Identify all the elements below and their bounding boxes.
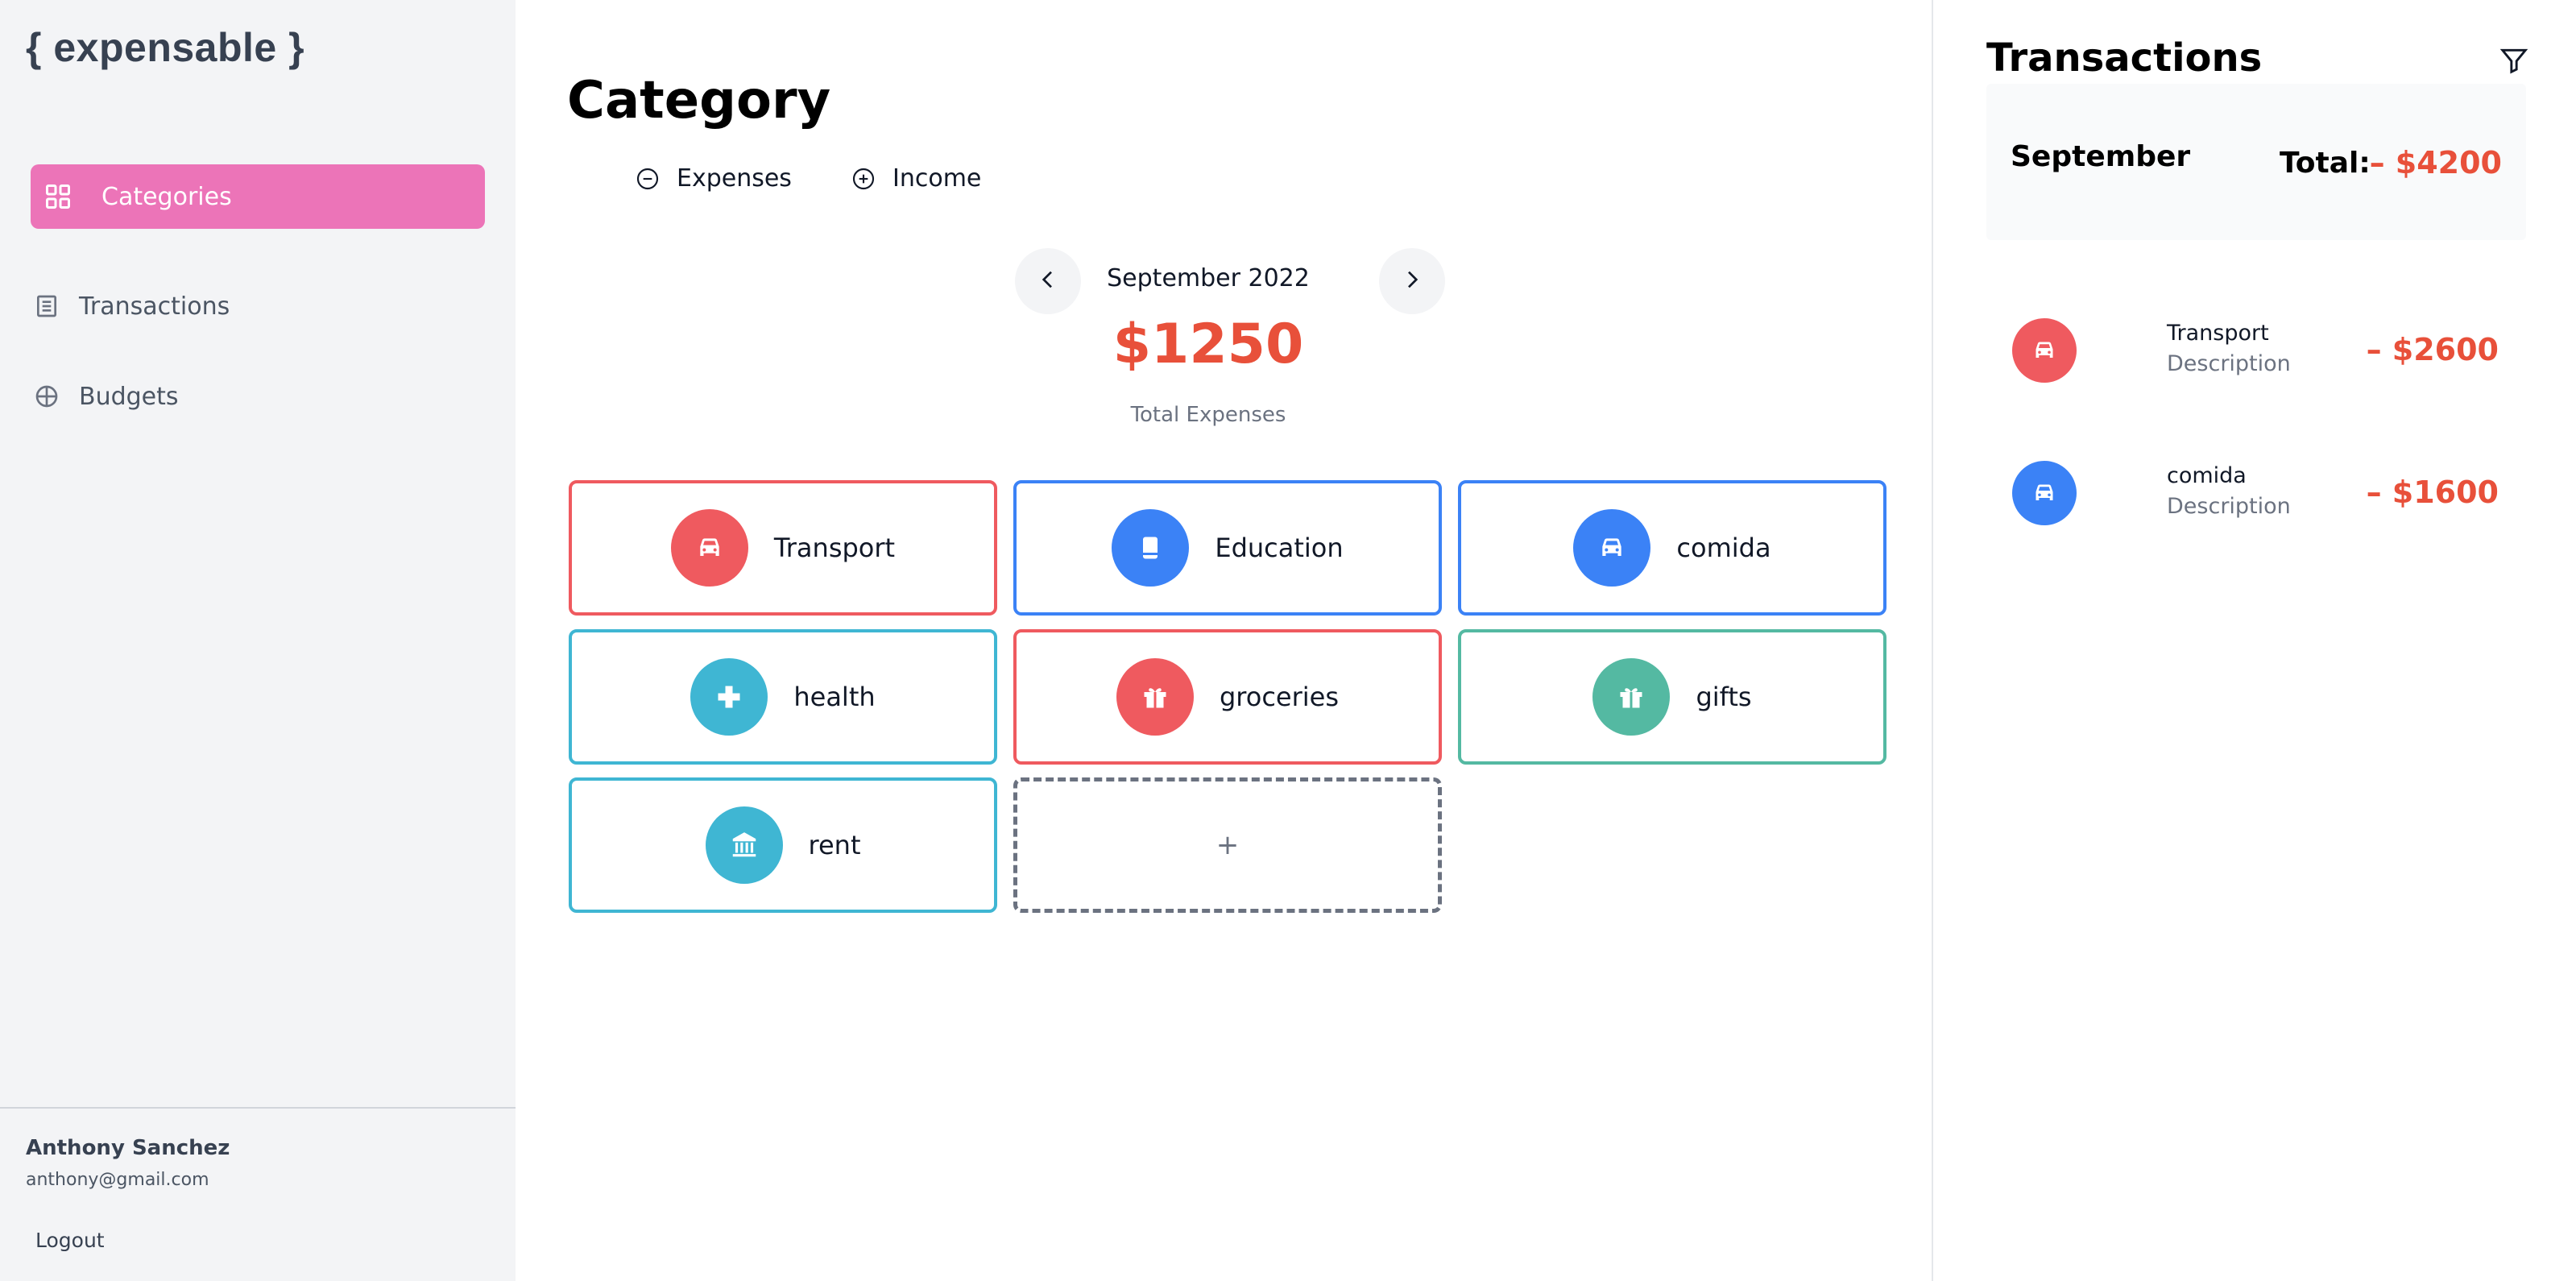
category-label: comida — [1676, 533, 1771, 563]
transactions-summary: September Total: – $4200 — [1986, 84, 2526, 240]
sidebar: { expensable } Categories Transactions B… — [0, 0, 516, 1281]
category-card-education[interactable]: Education — [1013, 480, 1442, 616]
crosshair-icon — [31, 380, 63, 412]
medical-cross-icon — [690, 658, 768, 736]
sidebar-item-label: Transactions — [79, 292, 230, 321]
car-icon — [2012, 461, 2077, 525]
sidebar-item-transactions[interactable]: Transactions — [31, 274, 485, 338]
transaction-name: Transport — [2167, 321, 2269, 346]
sidebar-item-label: Budgets — [79, 382, 179, 411]
add-label: + — [1216, 829, 1240, 861]
bank-icon — [705, 806, 783, 884]
transaction-amount: – $2600 — [2366, 332, 2499, 367]
income-label: Income — [892, 164, 982, 193]
category-label: Education — [1215, 533, 1344, 563]
logout-button[interactable]: Logout — [35, 1229, 105, 1252]
add-category-button[interactable]: + — [1013, 777, 1442, 913]
sidebar-divider — [0, 1107, 516, 1109]
summary-total: – $4200 — [2369, 145, 2502, 180]
sidebar-item-categories[interactable]: Categories — [31, 164, 485, 229]
transactions-title: Transactions — [1986, 35, 2263, 81]
minus-circle-icon — [635, 166, 661, 192]
category-label: gifts — [1696, 682, 1752, 712]
category-card-comida[interactable]: comida — [1458, 480, 1886, 616]
sidebar-item-budgets[interactable]: Budgets — [31, 364, 485, 429]
transaction-name: comida — [2167, 463, 2247, 488]
category-card-health[interactable]: health — [569, 629, 997, 765]
transaction-description: Description — [2167, 351, 2291, 376]
expenses-toggle[interactable]: Expenses — [635, 164, 792, 193]
category-label: groceries — [1219, 682, 1340, 712]
category-card-rent[interactable]: rent — [569, 777, 997, 913]
sidebar-item-label: Categories — [101, 182, 232, 211]
book-icon — [1112, 509, 1190, 587]
total-label: Total Expenses — [1130, 403, 1286, 427]
gift-icon — [1592, 658, 1671, 736]
total-amount: $1250 — [1112, 313, 1304, 376]
income-toggle[interactable]: Income — [851, 164, 981, 193]
plus-circle-icon — [851, 166, 876, 192]
category-card-groceries[interactable]: groceries — [1013, 629, 1442, 765]
page-title: Category — [567, 71, 831, 131]
filter-icon[interactable] — [2499, 45, 2531, 77]
list-icon — [31, 290, 63, 322]
transactions-panel: Transactions September Total: – $4200 Tr… — [1932, 0, 2576, 1281]
transaction-amount: – $1600 — [2366, 475, 2499, 510]
grid-icon — [42, 180, 74, 213]
gift-icon — [1116, 658, 1194, 736]
car-icon — [1573, 509, 1651, 587]
transaction-description: Description — [2167, 494, 2291, 519]
transaction-item[interactable]: comida Description – $1600 — [2012, 457, 2528, 529]
category-label: rent — [808, 830, 861, 860]
expenses-label: Expenses — [677, 164, 792, 193]
user-name: Anthony Sanchez — [26, 1136, 230, 1160]
category-label: health — [793, 682, 876, 712]
car-icon — [670, 509, 748, 587]
chevron-right-icon — [1399, 267, 1425, 296]
category-card-gifts[interactable]: gifts — [1458, 629, 1886, 765]
category-card-transport[interactable]: Transport — [569, 480, 997, 616]
car-icon — [2012, 318, 2077, 383]
category-label: Transport — [773, 533, 896, 563]
main-content: Category Expenses Income September 2022 … — [516, 0, 1932, 1281]
summary-total-label: Total: — [2280, 147, 2371, 180]
transaction-item[interactable]: Transport Description – $2600 — [2012, 314, 2528, 387]
summary-month: September — [2011, 140, 2191, 173]
user-email: anthony@gmail.com — [26, 1170, 209, 1190]
app-logo: { expensable } — [26, 25, 305, 70]
month-label: September 2022 — [1107, 264, 1310, 292]
next-month-button[interactable] — [1379, 248, 1445, 314]
